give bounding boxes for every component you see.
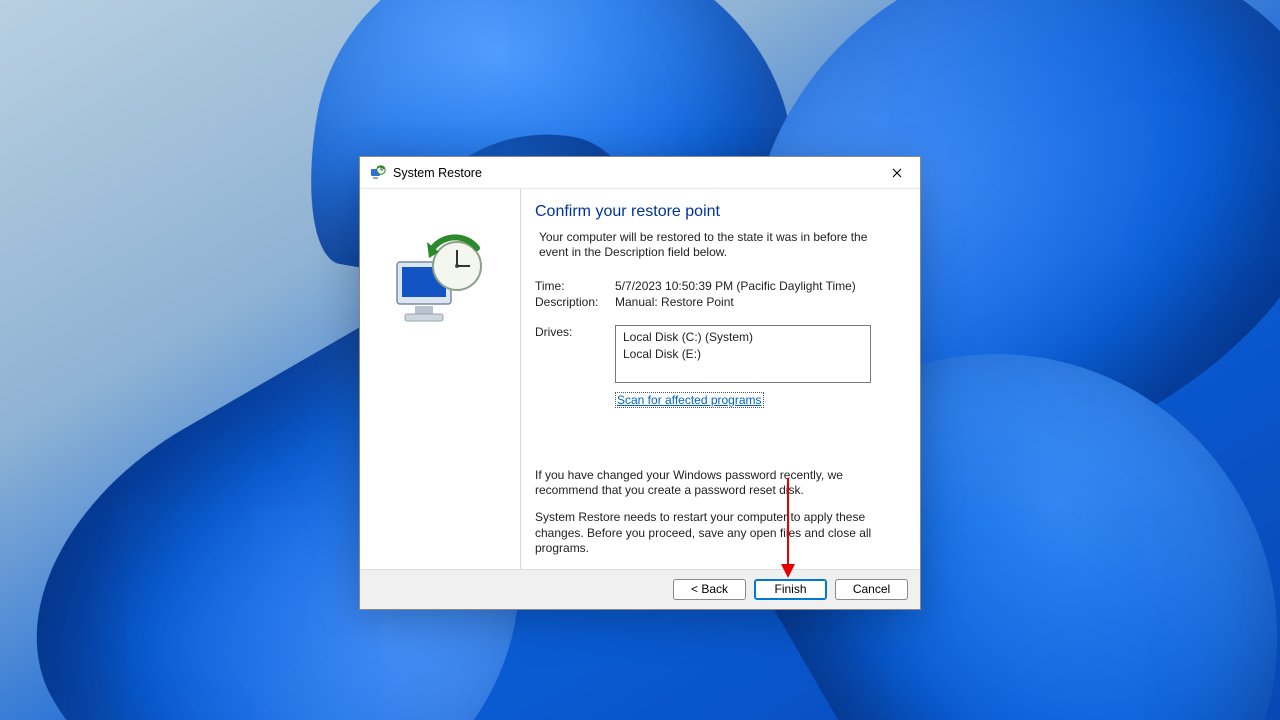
cancel-button[interactable]: Cancel xyxy=(835,579,908,600)
scan-affected-programs-link[interactable]: Scan for affected programs xyxy=(615,392,764,408)
time-value: 5/7/2023 10:50:39 PM (Pacific Daylight T… xyxy=(615,279,900,293)
restart-note: System Restore needs to restart your com… xyxy=(535,510,900,556)
description-label: Description: xyxy=(535,295,615,309)
password-note: If you have changed your Windows passwor… xyxy=(535,468,900,499)
back-button[interactable]: < Back xyxy=(673,579,746,600)
page-title: Confirm your restore point xyxy=(535,203,900,221)
system-restore-icon xyxy=(370,165,386,181)
window-title: System Restore xyxy=(393,166,874,180)
annotation-arrow-icon xyxy=(787,478,789,576)
finish-button[interactable]: Finish xyxy=(754,579,827,600)
restore-illustration-icon xyxy=(385,234,495,334)
drives-label: Drives: xyxy=(535,325,615,383)
system-restore-dialog: System Restore xyxy=(359,156,921,610)
titlebar[interactable]: System Restore xyxy=(360,157,920,189)
wizard-footer: < Back Finish Cancel xyxy=(360,569,920,609)
time-label: Time: xyxy=(535,279,615,293)
list-item[interactable]: Local Disk (C:) (System) xyxy=(623,329,863,346)
wizard-content: Confirm your restore point Your computer… xyxy=(521,189,920,569)
description-value: Manual: Restore Point xyxy=(615,295,900,309)
intro-text: Your computer will be restored to the st… xyxy=(539,230,900,261)
close-button[interactable] xyxy=(874,157,920,188)
list-item[interactable]: Local Disk (E:) xyxy=(623,346,863,363)
drives-listbox[interactable]: Local Disk (C:) (System) Local Disk (E:) xyxy=(615,325,871,383)
wizard-sidebar xyxy=(360,189,521,569)
